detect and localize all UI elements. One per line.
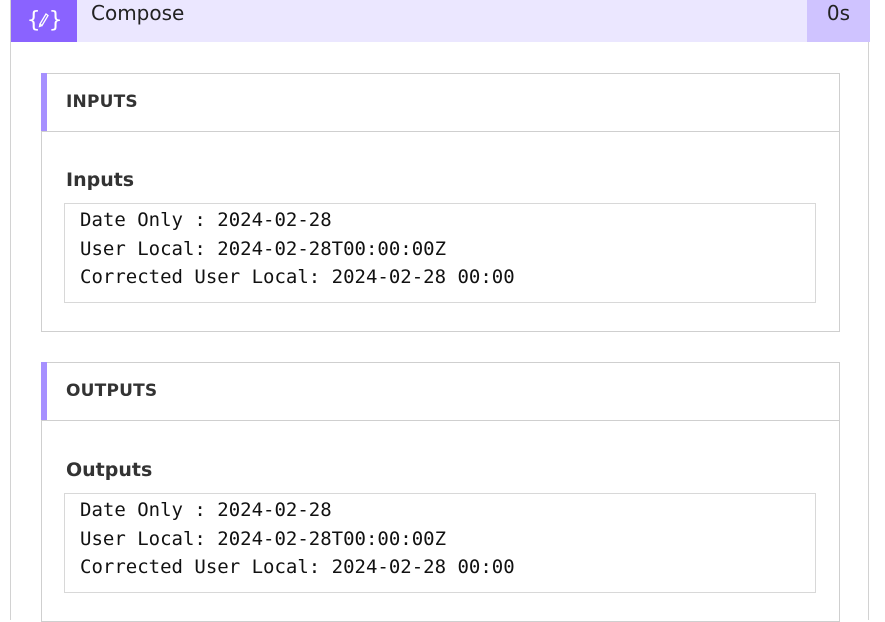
action-title: Compose <box>91 1 185 25</box>
inputs-accent-bar <box>41 73 47 131</box>
outputs-line: Date Only : 2024-02-28 <box>80 499 332 521</box>
outputs-section-header[interactable]: OUTPUTS <box>41 362 839 421</box>
inputs-section: INPUTS Inputs Date Only : 2024-02-28 Use… <box>41 73 840 332</box>
outputs-label: Outputs <box>66 459 153 481</box>
svg-text:}: } <box>49 8 62 33</box>
duration-badge: 0s <box>807 0 870 42</box>
inputs-line: User Local: 2024-02-28T00:00:00Z <box>80 237 447 260</box>
outputs-section: OUTPUTS Outputs Date Only : 2024-02-28 U… <box>41 362 840 622</box>
compose-braces-icon: { } <box>11 0 77 42</box>
svg-text:{: { <box>27 8 40 33</box>
action-header[interactable]: { } Compose 0s <box>11 0 870 42</box>
outputs-line: User Local: 2024-02-28T00:00:00Z <box>80 527 447 550</box>
inputs-line: Date Only : 2024-02-28 <box>80 209 332 231</box>
inputs-code-box: Date Only : 2024-02-28 User Local: 2024-… <box>64 203 816 303</box>
inputs-line: Corrected User Local: 2024-02-28 00:00 <box>80 266 515 288</box>
inputs-section-header[interactable]: INPUTS <box>41 73 839 132</box>
outputs-line: Corrected User Local: 2024-02-28 00:00 <box>80 556 515 578</box>
compose-action-card: { } Compose 0s INPUTS Inputs Date Only :… <box>10 0 870 622</box>
outputs-accent-bar <box>41 362 47 420</box>
outputs-section-title: OUTPUTS <box>66 381 158 401</box>
inputs-section-title: INPUTS <box>66 92 138 112</box>
outputs-code-box: Date Only : 2024-02-28 User Local: 2024-… <box>64 493 816 593</box>
inputs-label: Inputs <box>66 169 135 191</box>
